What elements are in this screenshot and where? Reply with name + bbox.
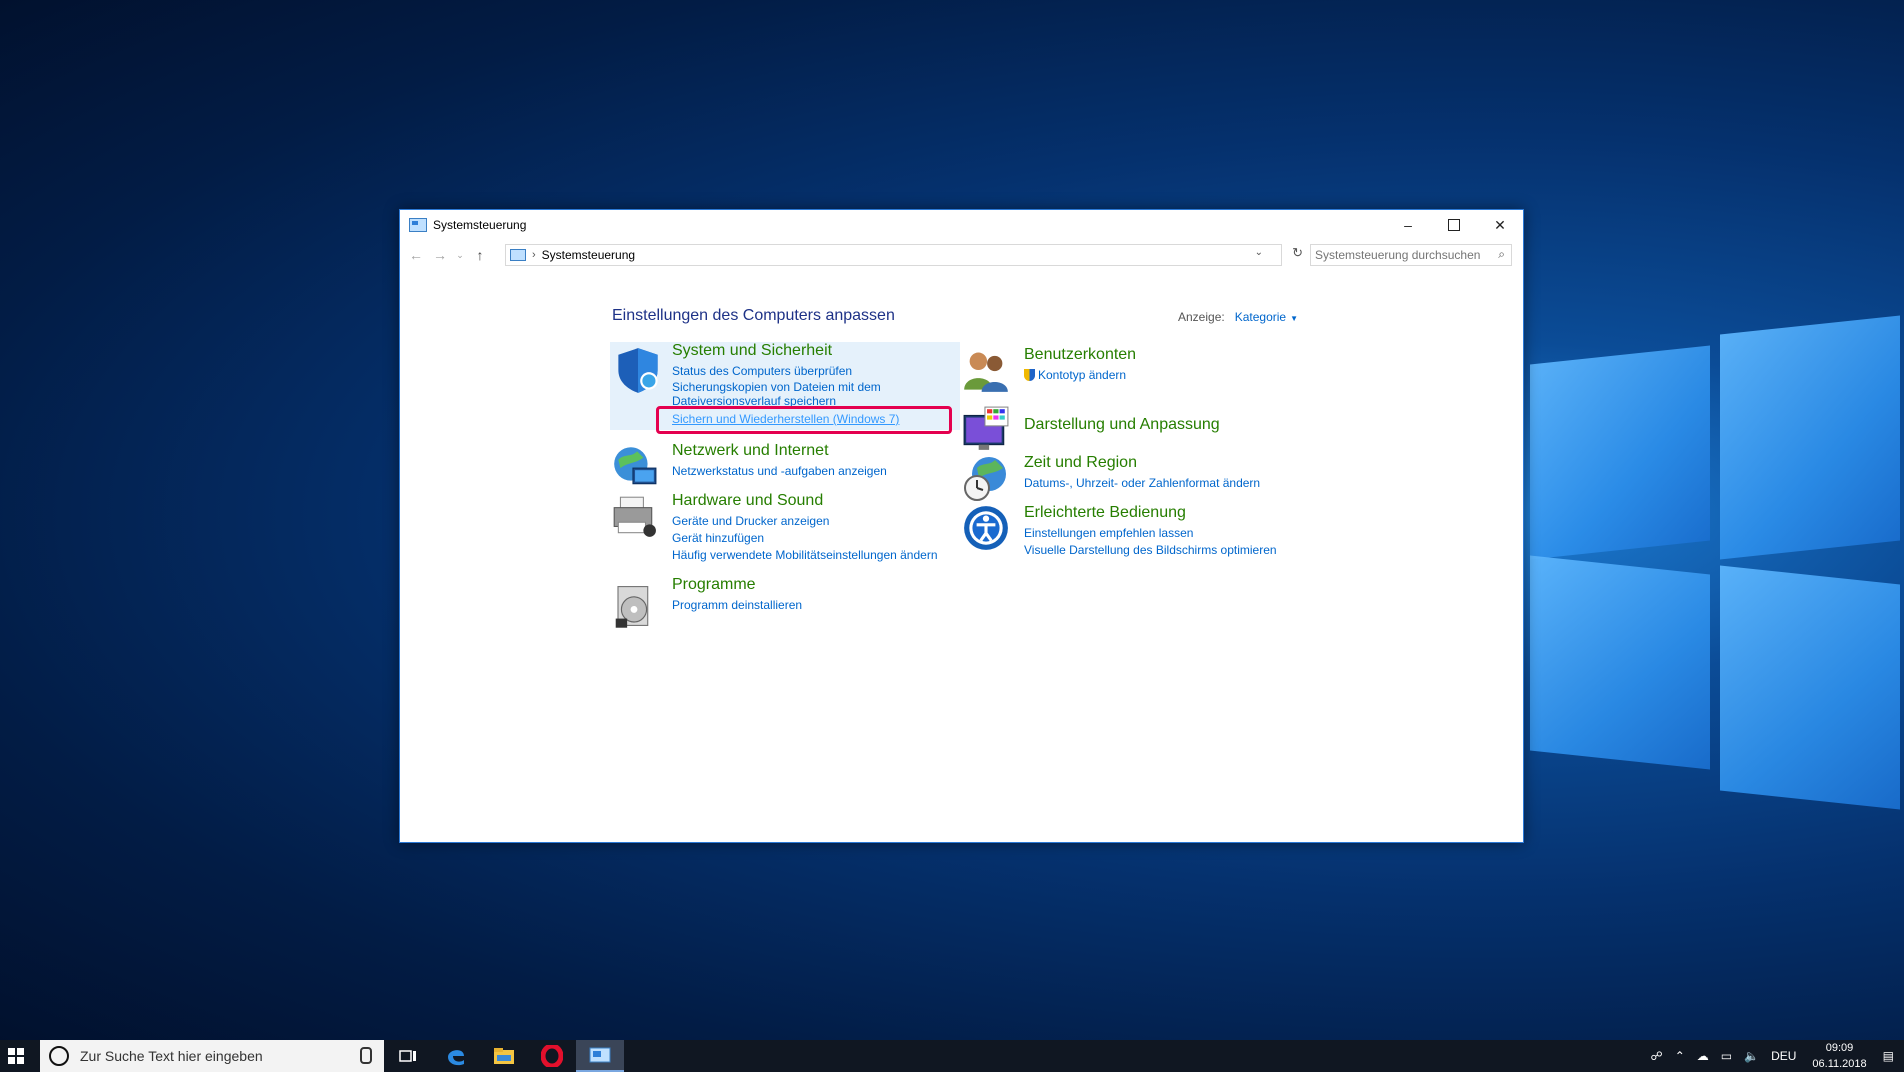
- category-ease-of-access[interactable]: Erleichterte Bedienung Einstellungen emp…: [962, 504, 1302, 557]
- highlight-box: [656, 406, 952, 434]
- view-label: Anzeige:: [1178, 310, 1225, 324]
- cortana-icon: [49, 1046, 69, 1066]
- start-button[interactable]: [0, 1040, 32, 1072]
- shield-icon: [618, 348, 658, 393]
- content-area: Einstellungen des Computers anpassen Anz…: [400, 270, 1523, 842]
- taskbar-search-placeholder: Zur Suche Text hier eingeben: [80, 1048, 263, 1064]
- category-time-region[interactable]: Zeit und Region Datums-, Uhrzeit- oder Z…: [962, 454, 1302, 502]
- forward-button[interactable]: →: [428, 247, 452, 263]
- link-date-time-format[interactable]: Datums-, Uhrzeit- oder Zahlenformat ände…: [1024, 476, 1260, 490]
- close-button[interactable]: ✕: [1477, 210, 1523, 240]
- control-panel-window: Systemsteuerung – ✕ ← → ⌄ ↑ › Systemsteu…: [399, 209, 1524, 843]
- view-selector: Anzeige: Kategorie ▼: [1178, 310, 1298, 324]
- recent-locations-button[interactable]: ⌄: [452, 250, 468, 261]
- category-hardware-sound[interactable]: Hardware und Sound Geräte und Drucker an…: [610, 492, 960, 562]
- view-dropdown[interactable]: Kategorie ▼: [1235, 310, 1298, 324]
- category-title[interactable]: Erleichterte Bedienung: [1024, 504, 1186, 522]
- opera-icon: [541, 1045, 563, 1067]
- control-panel-icon: [589, 1047, 611, 1063]
- uac-shield-icon: [1024, 369, 1035, 381]
- system-tray: ☍ ⌃ ☁ ▭ 🔈 DEU 09:09 06.11.2018 ▤: [1645, 1040, 1904, 1072]
- category-title[interactable]: Hardware und Sound: [672, 492, 823, 510]
- page-heading: Einstellungen des Computers anpassen: [612, 307, 895, 324]
- category-title[interactable]: System und Sicherheit: [672, 342, 832, 360]
- windows-logo-wallpaper: [1500, 315, 1900, 810]
- taskbar-search-box[interactable]: Zur Suche Text hier eingeben: [40, 1040, 384, 1072]
- category-appearance[interactable]: Darstellung und Anpassung: [962, 402, 1302, 450]
- clock[interactable]: 09:09 06.11.2018: [1812, 1040, 1866, 1072]
- volume-icon[interactable]: 🔈: [1744, 1049, 1759, 1063]
- control-panel-taskbar-button[interactable]: [576, 1040, 624, 1072]
- network-icon[interactable]: ▭: [1721, 1049, 1732, 1063]
- microphone-icon[interactable]: [360, 1047, 372, 1064]
- link-add-device[interactable]: Gerät hinzufügen: [672, 531, 764, 545]
- category-title[interactable]: Darstellung und Anpassung: [1024, 416, 1220, 434]
- link-check-status[interactable]: Status des Computers überprüfen: [672, 364, 852, 378]
- dropdown-caret-icon: ▼: [1290, 314, 1298, 323]
- title-bar: Systemsteuerung – ✕: [400, 210, 1523, 240]
- minimize-button[interactable]: –: [1385, 210, 1431, 240]
- users-icon: [964, 352, 1008, 392]
- category-user-accounts[interactable]: Benutzerkonten Kontotyp ändern: [962, 346, 1302, 392]
- clock-date: 06.11.2018: [1812, 1058, 1867, 1070]
- display-palette-icon: [963, 406, 1009, 450]
- clock-time: 09:09: [1825, 1042, 1854, 1054]
- opera-button[interactable]: [528, 1040, 576, 1072]
- edge-icon: [448, 1050, 464, 1066]
- language-indicator[interactable]: DEU: [1771, 1049, 1796, 1063]
- maximize-icon: [1448, 219, 1460, 231]
- link-devices-printers[interactable]: Geräte und Drucker anzeigen: [672, 514, 829, 528]
- minimize-icon: –: [1404, 217, 1412, 233]
- address-dropdown-icon[interactable]: ⌄: [1255, 247, 1263, 258]
- edge-button[interactable]: [432, 1040, 480, 1072]
- search-icon[interactable]: ⌕: [1498, 247, 1505, 262]
- control-panel-icon: [510, 249, 526, 261]
- link-uninstall-program[interactable]: Programm deinstallieren: [672, 598, 802, 612]
- back-button[interactable]: ←: [404, 247, 428, 263]
- link-optimize-display[interactable]: Visuelle Darstellung des Bildschirms opt…: [1024, 543, 1277, 557]
- task-view-icon: [399, 1050, 416, 1062]
- clock-globe-icon: [964, 457, 1006, 501]
- category-programs[interactable]: Programme Programm deinstallieren: [610, 576, 960, 628]
- search-box[interactable]: ⌕: [1310, 244, 1512, 266]
- address-bar[interactable]: › Systemsteuerung ⌄ ↻: [505, 244, 1303, 266]
- people-icon[interactable]: ☍: [1651, 1049, 1663, 1063]
- link-mobility-settings[interactable]: Häufig verwendete Mobilitätseinstellunge…: [672, 548, 938, 562]
- navigation-bar: ← → ⌄ ↑ › Systemsteuerung ⌄ ↻ ⌕: [400, 240, 1523, 270]
- close-icon: ✕: [1494, 216, 1506, 233]
- maximize-button[interactable]: [1431, 210, 1477, 240]
- window-title: Systemsteuerung: [433, 218, 527, 232]
- printer-icon: [613, 496, 656, 537]
- chevron-up-icon[interactable]: ⌃: [1675, 1049, 1685, 1063]
- task-view-button[interactable]: [384, 1040, 432, 1072]
- category-title[interactable]: Benutzerkonten: [1024, 346, 1136, 364]
- category-title[interactable]: Programme: [672, 576, 756, 594]
- search-input[interactable]: [1315, 248, 1485, 262]
- file-explorer-icon: [494, 1048, 514, 1064]
- windows-start-icon: [8, 1048, 24, 1064]
- refresh-icon[interactable]: ↻: [1292, 245, 1303, 261]
- programs-disc-icon: [615, 586, 649, 628]
- action-center-icon[interactable]: ▤: [1883, 1049, 1894, 1063]
- taskbar: Zur Suche Text hier eingeben ☍ ⌃ ☁ ▭ 🔈 D…: [0, 1040, 1904, 1072]
- onedrive-icon[interactable]: ☁: [1697, 1049, 1709, 1063]
- accessibility-icon: [964, 506, 1008, 550]
- category-title[interactable]: Zeit und Region: [1024, 454, 1137, 472]
- control-panel-icon: [409, 218, 427, 232]
- network-globe-icon: [614, 447, 657, 485]
- link-recommended-settings[interactable]: Einstellungen empfehlen lassen: [1024, 526, 1193, 540]
- link-network-status[interactable]: Netzwerkstatus und -aufgaben anzeigen: [672, 464, 887, 478]
- link-change-account-type[interactable]: Kontotyp ändern: [1024, 368, 1126, 382]
- file-explorer-button[interactable]: [480, 1040, 528, 1072]
- breadcrumb-separator: ›: [532, 249, 536, 261]
- link-file-history[interactable]: Sicherungskopien von Dateien mit dem Dat…: [672, 380, 902, 408]
- category-network-internet[interactable]: Netzwerk und Internet Netzwerkstatus und…: [610, 442, 960, 485]
- category-title[interactable]: Netzwerk und Internet: [672, 442, 829, 460]
- up-button[interactable]: ↑: [468, 247, 492, 263]
- breadcrumb-systemsteuerung[interactable]: Systemsteuerung: [542, 248, 635, 262]
